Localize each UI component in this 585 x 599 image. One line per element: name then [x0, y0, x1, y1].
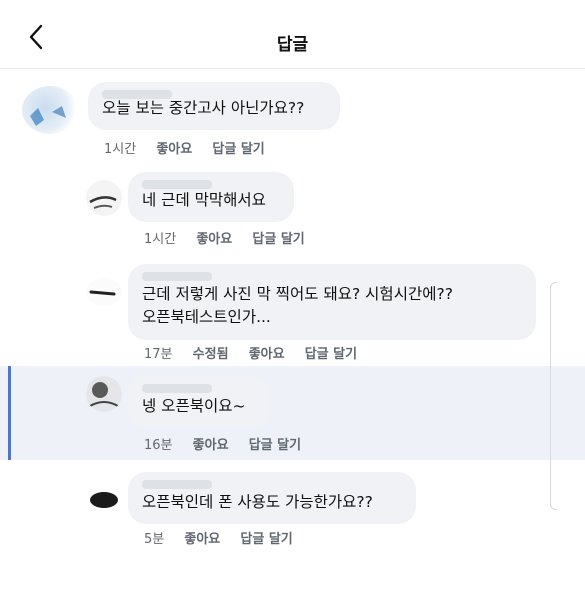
comment-bubble[interactable]: 넹 오픈북이요~	[128, 376, 270, 428]
reply-button[interactable]: 답글 달기	[305, 347, 357, 362]
comment-meta: 16분 좋아요 답글 달기	[144, 434, 317, 453]
timestamp: 1시간	[104, 142, 137, 157]
timestamp: 1시간	[144, 232, 177, 247]
avatar[interactable]	[86, 478, 122, 514]
like-button[interactable]: 좋아요	[193, 438, 229, 453]
page-title: 답글	[276, 35, 309, 55]
reply-button[interactable]: 답글 달기	[212, 142, 264, 157]
comment-text: 오픈북인데 폰 사용도 가능한가요??	[142, 493, 373, 511]
timestamp: 17분	[144, 347, 173, 362]
reply-button[interactable]: 답글 달기	[252, 232, 304, 247]
comment-meta: 1시간 좋아요 답글 달기	[144, 228, 321, 247]
comment-bubble[interactable]: 네 근데 막막해서요	[128, 172, 294, 222]
header-divider	[0, 68, 585, 69]
comment-item-highlighted: 넹 오픈북이요~ 16분 좋아요 답글 달기	[0, 366, 585, 460]
comment-bubble[interactable]: 오픈북인데 폰 사용도 가능한가요??	[128, 472, 416, 524]
comment-bubble[interactable]: 근데 저렇게 사진 막 찍어도 돼요? 시험시간에?? 오픈북테스트인가...	[128, 264, 536, 340]
comment-text: 네 근데 막막해서요	[142, 191, 266, 209]
author-name[interactable]	[142, 180, 212, 189]
author-name[interactable]	[142, 272, 212, 281]
comment-text: 넹 오픈북이요~	[142, 397, 246, 415]
like-button[interactable]: 좋아요	[196, 232, 232, 247]
top-bar: 답글	[0, 0, 585, 70]
reply-button[interactable]: 답글 달기	[240, 532, 292, 547]
like-button[interactable]: 좋아요	[184, 532, 220, 547]
author-name[interactable]	[142, 384, 212, 393]
like-button[interactable]: 좋아요	[156, 142, 192, 157]
comment-item: 오픈북인데 폰 사용도 가능한가요?? 5분 좋아요 답글 달기	[0, 468, 585, 556]
like-button[interactable]: 좋아요	[249, 347, 285, 362]
author-name[interactable]	[142, 480, 212, 489]
comment-item: 근데 저렇게 사진 막 찍어도 돼요? 시험시간에?? 오픈북테스트인가... …	[0, 262, 585, 364]
author-name[interactable]	[102, 90, 172, 99]
reply-button[interactable]: 답글 달기	[249, 438, 301, 453]
timestamp: 16분	[144, 438, 173, 453]
avatar[interactable]	[86, 376, 122, 412]
timestamp: 5분	[144, 532, 165, 547]
comment-item: 네 근데 막막해서요 1시간 좋아요 답글 달기	[0, 170, 585, 250]
comment-meta: 17분 수정됨 좋아요 답글 달기	[144, 343, 373, 362]
comment-text: 근데 저렇게 사진 막 찍어도 돼요? 시험시간에?? 오픈북테스트인가...	[142, 285, 453, 326]
edited-label: 수정됨	[192, 347, 229, 362]
comment-text: 오늘 보는 중간고사 아닌가요??	[102, 99, 305, 117]
comment-meta: 5분 좋아요 답글 달기	[144, 528, 309, 547]
scrollbar[interactable]	[550, 282, 557, 510]
comment-meta: 1시간 좋아요 답글 달기	[104, 138, 281, 157]
avatar[interactable]	[86, 278, 122, 306]
highlight-indicator	[8, 366, 11, 460]
avatar[interactable]	[86, 180, 122, 216]
comment-bubble[interactable]: 오늘 보는 중간고사 아닌가요??	[88, 82, 340, 130]
avatar[interactable]	[22, 86, 78, 134]
comment-item: 오늘 보는 중간고사 아닌가요?? 1시간 좋아요 답글 달기	[0, 78, 585, 158]
